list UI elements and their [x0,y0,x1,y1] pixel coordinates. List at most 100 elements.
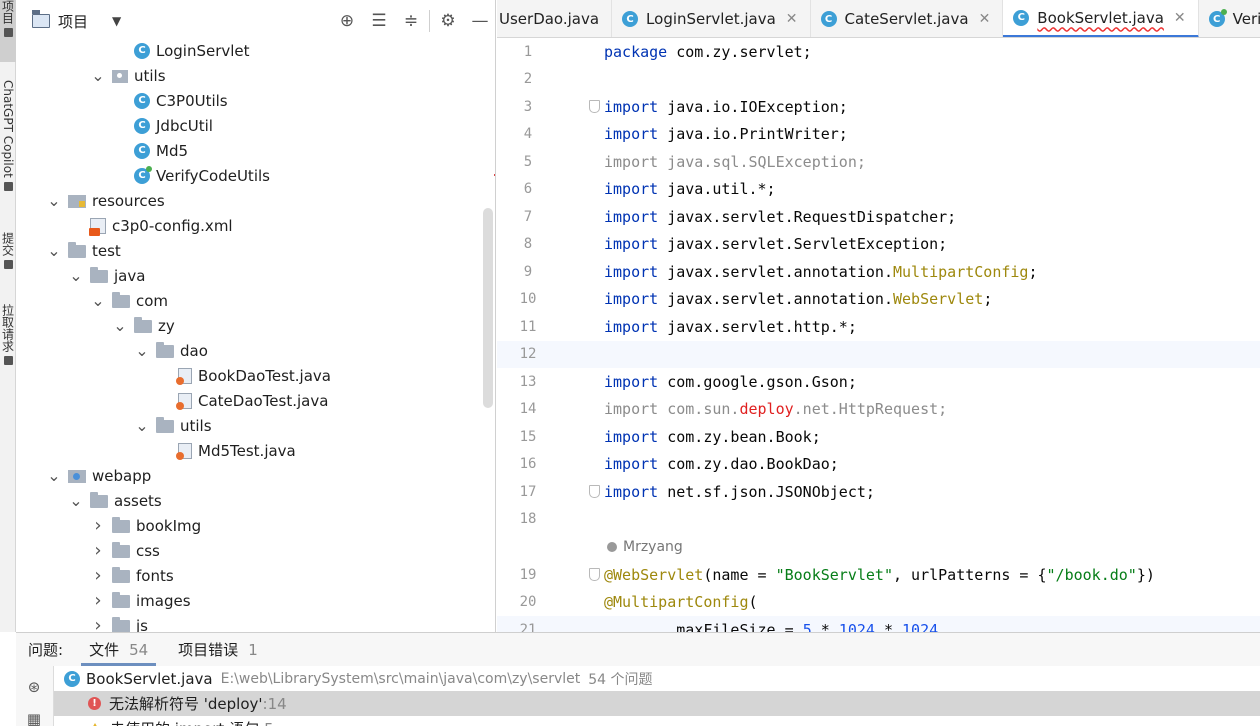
code-line[interactable]: 3 import java.io.IOException; [497,93,1260,121]
tree-item[interactable]: › images [16,588,495,613]
code-line[interactable]: 2 [497,66,1260,94]
project-scrollbar[interactable] [483,208,493,408]
code-line[interactable]: 21 maxFileSize = 5 * 1024 * 1024 [497,616,1260,632]
fold-marker-icon[interactable] [589,100,600,113]
chevron-right-icon[interactable]: › [90,565,106,586]
fold-marker-icon[interactable] [589,568,600,581]
problems-tab[interactable]: 文件 54 [77,633,160,666]
gear-icon[interactable]: ⚙ [432,0,464,42]
chevron-down-icon[interactable]: ⌄ [90,67,106,83]
chevron-right-icon[interactable]: › [90,615,106,632]
chevron-down-icon[interactable]: ⌄ [46,467,62,483]
code-author-hint[interactable]: Mrzyang [497,533,1260,561]
tree-item[interactable]: ⌄ dao [16,338,495,363]
code-text: @MultipartConfig( [595,593,758,611]
tree-item[interactable]: ⌄ utils [16,413,495,438]
expand-all-icon[interactable]: ☰ [363,0,395,42]
strip-tab-project[interactable]: 项目 [0,0,16,62]
tree-item[interactable]: ⌄ assets [16,488,495,513]
strip-tab-pull-requests[interactable]: 拉取请求 [0,304,16,384]
line-number: 19 [519,566,537,583]
code-line[interactable]: 10 import javax.servlet.annotation.WebSer… [497,286,1260,314]
tree-item[interactable]: › fonts [16,563,495,588]
close-icon[interactable]: ✕ [979,11,991,27]
code-line[interactable]: 1 package com.zy.servlet; [497,38,1260,66]
collapse-all-icon[interactable]: ≑ [395,0,427,42]
editor-tab[interactable]: UserDao.java [497,0,613,37]
tree-item[interactable]: ⌄ resources [16,188,495,213]
tree-item[interactable]: ⌄ test [16,238,495,263]
code-line[interactable]: 15 import com.zy.bean.Book; [497,423,1260,451]
problem-file-row[interactable]: C BookServlet.java E:\web\LibrarySystem\… [54,666,1260,691]
refresh-icon[interactable]: ⊛ [26,678,42,696]
code-line[interactable]: 9 import javax.servlet.annotation.Multipa… [497,258,1260,286]
chevron-down-icon[interactable]: ⌄ [68,492,84,508]
close-icon[interactable]: ✕ [1174,10,1186,26]
code-line[interactable]: 6 import java.util.*; [497,176,1260,204]
editor-tab[interactable]: C LoginServlet.java ✕ [612,0,811,37]
tree-item[interactable]: ⌄ java [16,263,495,288]
fold-marker-icon[interactable] [589,485,600,498]
code-line[interactable]: 11 import javax.servlet.http.*; [497,313,1260,341]
commit-icon [3,260,13,269]
tree-item[interactable]: ⌄ webapp [16,463,495,488]
code-line[interactable]: 8 import javax.servlet.ServletException; [497,231,1260,259]
chevron-down-icon[interactable]: ⌄ [90,292,106,308]
tree-item[interactable]: C JdbcUtil [16,113,495,138]
code-line[interactable]: 18 [497,506,1260,534]
tree-item[interactable]: ⌄ utils [16,63,495,88]
grid-icon[interactable]: ▦ [26,710,42,726]
editor-tab[interactable]: C VerifyCo [1199,0,1260,37]
tree-item[interactable]: ⌄ com [16,288,495,313]
chevron-down-icon[interactable]: ⌄ [68,267,84,283]
chevron-down-icon[interactable]: ⌄ [112,317,128,333]
tree-item[interactable]: C Md5 [16,138,495,163]
chevron-down-icon[interactable]: ⌄ [134,342,150,358]
tree-item[interactable]: Md5Test.java [16,438,495,463]
close-icon[interactable]: ✕ [786,11,798,27]
chevron-down-icon[interactable]: ⌄ [134,417,150,433]
code-area[interactable]: 1 package com.zy.servlet; 2 3 import java.io… [497,38,1260,632]
editor-tab[interactable]: C BookServlet.java ✕ [1003,0,1199,37]
tree-item[interactable]: C C3P0Utils [16,88,495,113]
tree-item[interactable]: › css [16,538,495,563]
chevron-right-icon[interactable]: › [90,540,106,561]
chevron-down-icon[interactable]: ⌄ [46,242,62,258]
problem-row-error[interactable]: ! 无法解析符号 'deploy' :14 [54,691,1260,716]
code-line[interactable]: 14 import com.sun.deploy.net.HttpRequest; [497,396,1260,424]
problems-toolbar: ⊛ ▦ [16,666,54,726]
hide-panel-icon[interactable]: — [464,0,495,42]
tree-item[interactable]: ⌄ zy [16,313,495,338]
code-line[interactable]: 12 [497,340,1260,368]
tree-item[interactable]: CateDaoTest.java [16,388,495,413]
code-line[interactable]: 16 import com.zy.dao.BookDao; [497,451,1260,479]
tree-item[interactable]: › js [16,613,495,632]
strip-tab-commit[interactable]: 提交 [0,232,16,284]
project-header: 项目 ▼ ⊕ ☰ ≑ ⚙ — [16,0,495,42]
editor-tab[interactable]: C CateServlet.java ✕ [811,0,1004,37]
problem-location: :5 [259,720,274,726]
code-line[interactable]: 17 import net.sf.json.JSONObject; [497,478,1260,506]
problems-tab[interactable]: 项目错误 1 [166,633,270,666]
tree-item[interactable]: BookDaoTest.java [16,363,495,388]
locate-icon[interactable]: ⊕ [331,0,363,42]
tree-item[interactable]: › bookImg [16,513,495,538]
code-line[interactable]: 7 import javax.servlet.RequestDispatcher; [497,203,1260,231]
code-line[interactable]: 13 import com.google.gson.Gson; [497,368,1260,396]
strip-tab-chatgpt[interactable]: ChatGPT Copilot [0,80,16,212]
chevron-right-icon[interactable]: › [90,590,106,611]
project-view-selector[interactable]: 项目 ▼ [16,10,121,32]
tree-item[interactable]: C LoginServlet [16,38,495,63]
code-line[interactable]: 5 import java.sql.SQLException; [497,148,1260,176]
code-line[interactable]: 19 @WebServlet(name = "BookServlet", urlP… [497,561,1260,589]
code-line[interactable]: 4 import java.io.PrintWriter; [497,121,1260,149]
code-token: net.sf.json.JSONObject; [667,482,875,501]
code-line[interactable]: 20 @MultipartConfig( [497,589,1260,617]
tree-item[interactable]: C VerifyCodeUtils [16,163,495,188]
project-title: 项目 [58,12,89,31]
tree-item[interactable]: c3p0-config.xml [16,213,495,238]
line-number: 9 [523,263,533,280]
chevron-right-icon[interactable]: › [90,515,106,536]
problem-row-warning[interactable]: 未使用的 import 语句 :5 [54,716,1260,726]
chevron-down-icon[interactable]: ⌄ [46,192,62,208]
